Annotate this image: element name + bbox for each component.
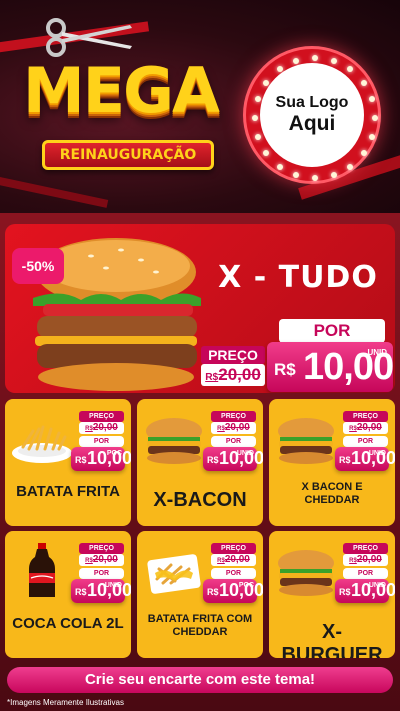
- light-bulb: [312, 175, 318, 181]
- price-label: PREÇO: [79, 411, 124, 422]
- old-price: R$20,00: [211, 554, 256, 566]
- old-price: R$20,00: [79, 554, 124, 566]
- new-price: R$ 10,00 UNID: [267, 342, 394, 392]
- product-card-3[interactable]: PREÇO R$20,00 POR R$ 10,00 UNID X BACON …: [269, 399, 395, 526]
- por-label: POR: [343, 568, 388, 579]
- light-bulb: [330, 57, 337, 64]
- light-bulb: [347, 163, 354, 170]
- product-card-2[interactable]: PREÇO R$20,00 POR R$ 10,00 UNID X-BACON: [137, 399, 263, 526]
- soda-bottle-icon: [9, 543, 75, 599]
- product-name: COCA COLA 2L: [12, 615, 124, 632]
- light-bulb: [252, 115, 258, 121]
- old-price: R$20,00: [343, 422, 388, 434]
- old-price: R$20,00: [211, 422, 256, 434]
- por-label: POR: [79, 436, 124, 447]
- light-bulb: [312, 55, 318, 61]
- new-price: R$ 10,00 UNID: [203, 447, 263, 471]
- burger-icon: [273, 543, 339, 599]
- fries-cheddar-icon: [141, 543, 207, 599]
- light-bulb: [276, 163, 283, 170]
- burger-icon: [273, 411, 339, 467]
- discount-badge: -50%: [12, 248, 64, 284]
- por-label: POR: [279, 319, 385, 343]
- por-label: POR: [211, 436, 256, 447]
- new-price: R$ 10,00 POÇ: [71, 447, 131, 471]
- old-price: R$20,00: [79, 422, 124, 434]
- logo-text-line1: Sua Logo: [275, 94, 349, 111]
- por-label: POR: [211, 568, 256, 579]
- light-bulb: [360, 150, 367, 157]
- light-bulb: [369, 133, 376, 140]
- product-name: BATATA FRITA: [16, 483, 120, 500]
- light-bulb: [263, 150, 270, 157]
- old-price: R$20,00: [343, 554, 388, 566]
- scissors-icon: [46, 18, 132, 57]
- product-card-4[interactable]: PREÇO R$20,00 POR R$ 10,00 UNID COCA COL…: [5, 531, 131, 658]
- light-bulb: [254, 96, 261, 103]
- light-bulb: [360, 79, 367, 86]
- price-label: PREÇO: [343, 411, 388, 422]
- featured-offer[interactable]: -50% X - TUDO PREÇO R$20,00 POR R$ 10,00…: [5, 224, 395, 393]
- product-card-5[interactable]: PREÇO R$20,00 POR R$ 10,00 POÇ BATATA FR…: [137, 531, 263, 658]
- light-bulb: [293, 172, 300, 179]
- fries-icon: [9, 411, 75, 467]
- burger-icon: [141, 411, 207, 467]
- price-label: PREÇO: [201, 346, 265, 364]
- new-price: R$ 10,00 UNID: [71, 579, 131, 603]
- product-name: X BACON E CHEDDAR: [301, 481, 363, 506]
- new-price: R$ 10,00 UNID: [335, 579, 395, 603]
- cta-banner[interactable]: Crie seu encarte com este tema!: [7, 667, 393, 693]
- light-bulb: [330, 172, 337, 179]
- reinauguracao-banner: REINAUGURAÇÃO: [42, 140, 214, 170]
- por-label: POR: [79, 568, 124, 579]
- new-price: R$ 10,00 POÇ: [203, 579, 263, 603]
- product-name: X-BURGUER: [281, 621, 383, 658]
- light-bulb: [254, 133, 261, 140]
- product-name: X-BACON: [153, 489, 247, 511]
- product-card-6[interactable]: PREÇO R$20,00 POR R$ 10,00 UNID X-BURGUE…: [269, 531, 395, 658]
- header-banner: MEGA REINAUGURAÇÃO Sua Logo Aqui: [0, 0, 400, 213]
- mega-title: MEGA: [23, 54, 220, 127]
- por-label: POR: [343, 436, 388, 447]
- logo-placeholder[interactable]: Sua Logo Aqui: [260, 63, 364, 167]
- disclaimer-text: *Imagens Meramente Ilustrativas: [7, 698, 124, 707]
- light-bulb: [293, 57, 300, 64]
- new-price: R$ 10,00 UNID: [335, 447, 395, 471]
- light-bulb: [347, 66, 354, 73]
- old-price: R$20,00: [201, 364, 265, 386]
- price-label: PREÇO: [79, 543, 124, 554]
- logo-text-line2: Aqui: [288, 112, 336, 135]
- logo-frame: Sua Logo Aqui: [243, 46, 381, 184]
- product-name: BATATA FRITA COM CHEDDAR: [147, 613, 253, 638]
- light-bulb: [372, 115, 378, 121]
- ribbon-decoration: [0, 175, 109, 208]
- price-label: PREÇO: [211, 543, 256, 554]
- light-bulb: [369, 96, 376, 103]
- offers-area: -50% X - TUDO PREÇO R$20,00 POR R$ 10,00…: [0, 213, 400, 711]
- featured-product-name: X - TUDO: [218, 260, 378, 295]
- product-card-1[interactable]: PREÇO R$20,00 POR R$ 10,00 POÇ BATATA FR…: [5, 399, 131, 526]
- price-label: PREÇO: [211, 411, 256, 422]
- price-label: PREÇO: [343, 543, 388, 554]
